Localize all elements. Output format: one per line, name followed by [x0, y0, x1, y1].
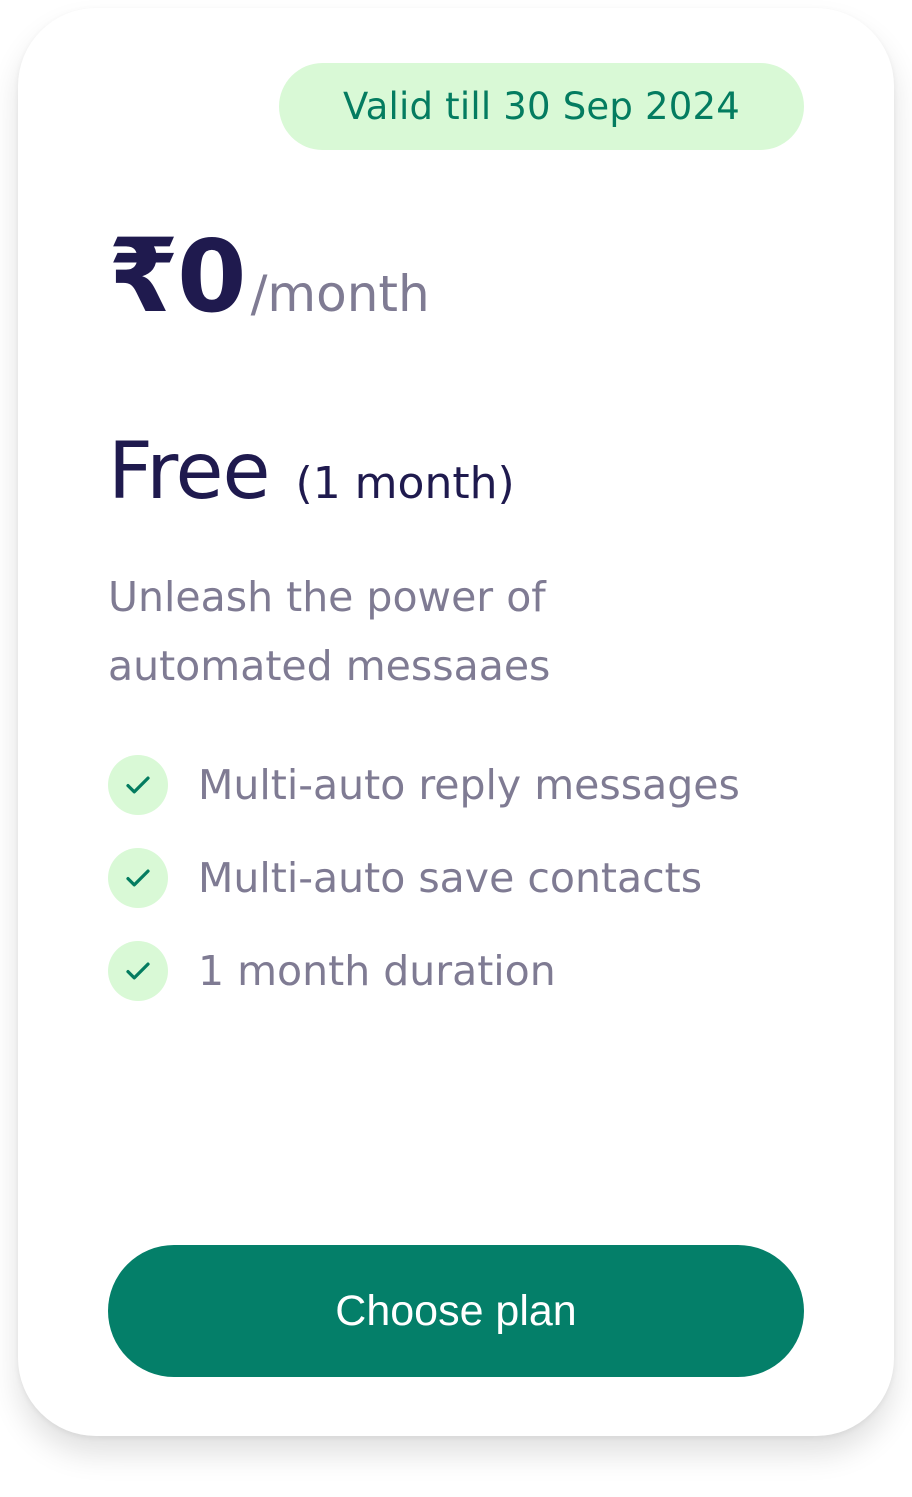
check-icon [108, 940, 168, 1001]
check-icon [108, 754, 168, 815]
feature-label: 1 month duration [198, 946, 556, 995]
feature-item: Multi-auto save contacts [108, 831, 740, 924]
pricing-card: Valid till 30 Sep 2024 ₹ 0 /month Free (… [18, 8, 894, 1436]
plan-description: Unleash the power of automated messaaes [108, 573, 551, 690]
validity-badge: Valid till 30 Sep 2024 [279, 63, 804, 150]
price-amount: 0 [176, 218, 247, 335]
price: ₹ 0 /month [108, 226, 430, 328]
choose-plan-button[interactable]: Choose plan [108, 1245, 804, 1377]
price-currency: ₹ [108, 217, 179, 336]
feature-label: Multi-auto reply messages [198, 760, 740, 809]
plan-duration: (1 month) [295, 458, 515, 509]
feature-label: Multi-auto save contacts [198, 853, 703, 902]
price-period: /month [250, 265, 430, 323]
feature-list: Multi-auto reply messages Multi-auto sav… [108, 738, 740, 1017]
check-icon [108, 847, 168, 908]
feature-item: 1 month duration [108, 924, 740, 1017]
plan-title: Free (1 month) [108, 433, 515, 511]
plan-name: Free [108, 427, 271, 517]
feature-item: Multi-auto reply messages [108, 738, 740, 831]
